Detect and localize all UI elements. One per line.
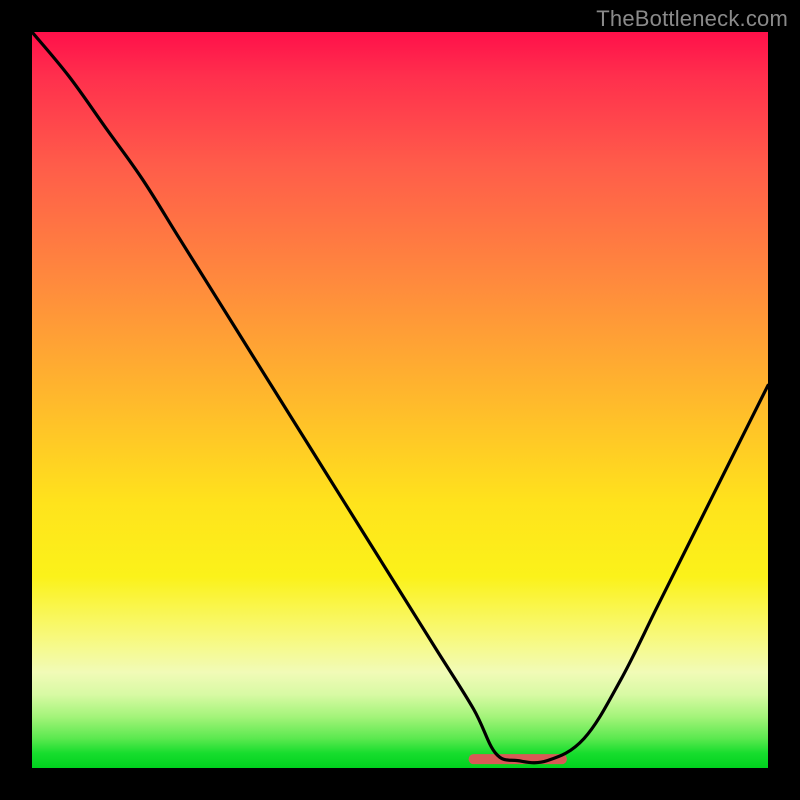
bottleneck-curve-line (32, 32, 768, 763)
chart-svg (32, 32, 768, 768)
watermark-text: TheBottleneck.com (596, 6, 788, 32)
chart-frame: TheBottleneck.com (0, 0, 800, 800)
plot-area (32, 32, 768, 768)
